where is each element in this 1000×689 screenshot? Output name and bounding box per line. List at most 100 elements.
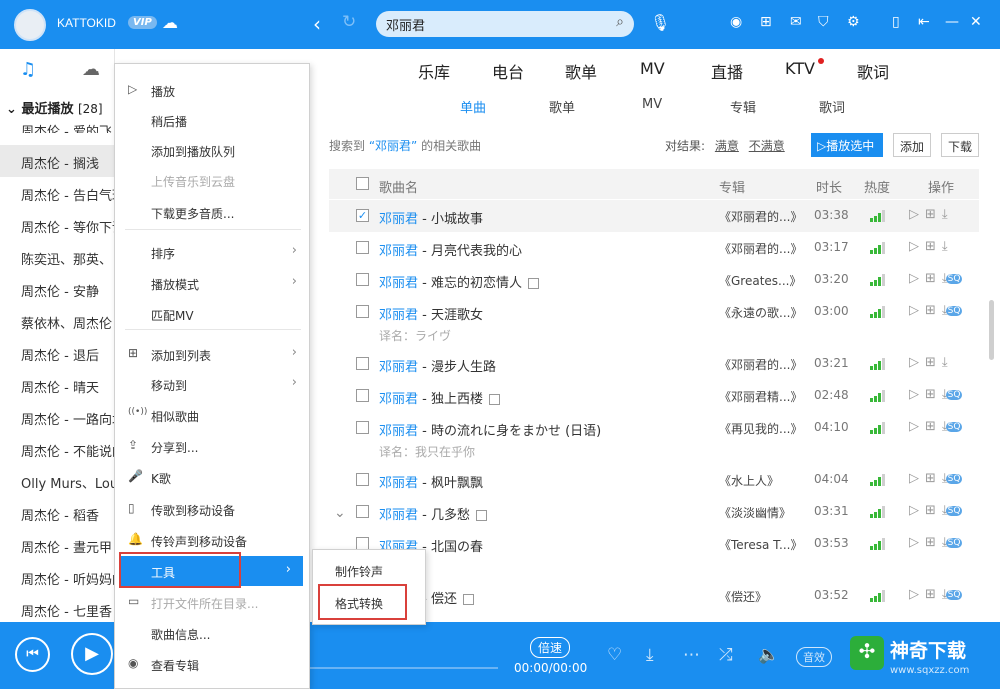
sidebar-song-item[interactable]: 周杰伦 - 七里香 <box>0 593 114 622</box>
row-play-icon[interactable]: ▷ <box>909 239 925 254</box>
download-icon[interactable]: ⤓ <box>646 645 654 665</box>
song-title[interactable]: 邓丽君 - 小城故事 <box>379 208 483 227</box>
row-play-icon[interactable]: ▷ <box>909 587 925 602</box>
row-checkbox[interactable] <box>356 389 369 402</box>
menu-item[interactable]: 下载更多音质... <box>115 197 309 227</box>
submenu-item[interactable]: 制作铃声 <box>313 555 425 585</box>
main-tab[interactable]: KTV <box>785 59 815 78</box>
row-checkbox[interactable] <box>356 305 369 318</box>
artist-link[interactable]: 邓丽君 <box>379 476 418 491</box>
table-row[interactable]: 邓丽君 - 月亮代表我的心 《邓丽君的...》 03:17 ▷⊞⤓ <box>329 232 979 264</box>
sidebar-song-item[interactable]: 蔡依林、周杰伦 <box>0 305 114 337</box>
main-tab[interactable]: MV <box>640 59 665 78</box>
album-name[interactable]: 《淡淡幽情》 <box>719 504 791 521</box>
album-name[interactable]: 《邓丽君的...》 <box>719 240 802 257</box>
sidebar-song-item[interactable]: 周杰伦 - 稻香 <box>0 497 114 529</box>
volume-icon[interactable]: 🔈 <box>758 645 779 665</box>
album-name[interactable]: 《Teresa T...》 <box>719 536 803 553</box>
menu-item[interactable]: 移动到 › <box>115 369 309 399</box>
sidebar-song-item[interactable]: 周杰伦 - 晝元甲 <box>0 529 114 561</box>
more-icon[interactable]: ⋯ <box>683 645 700 665</box>
artist-link[interactable]: 邓丽君 <box>379 360 418 375</box>
mv-icon[interactable] <box>527 278 539 289</box>
target-icon[interactable]: ◉ <box>730 14 742 30</box>
row-play-icon[interactable]: ▷ <box>909 535 925 550</box>
song-title[interactable]: 邓丽君 - 月亮代表我的心 <box>379 240 522 259</box>
main-tab[interactable]: 歌词 <box>857 59 889 83</box>
sidebar-song-item[interactable]: 周杰伦 - 不能说的秘密 <box>0 433 114 465</box>
album-name[interactable]: 《水上人》 <box>719 472 779 489</box>
row-download-icon[interactable]: ⤓ <box>942 239 954 254</box>
cloud-icon[interactable]: ☁ <box>162 13 178 32</box>
sidebar-song-item[interactable]: 周杰伦 - 爱的飞 <box>0 113 114 133</box>
sidebar-song-item[interactable]: 周杰伦 - 告白气球 <box>0 177 114 209</box>
result-tab[interactable]: 歌词 <box>819 97 845 116</box>
menu-item[interactable]: 排序 › <box>115 237 309 267</box>
mail-icon[interactable]: ✉ <box>790 14 802 30</box>
progress-bar[interactable] <box>310 667 498 669</box>
row-checkbox[interactable] <box>356 473 369 486</box>
table-row[interactable]: 邓丽君 - 漫步人生路 《邓丽君的...》 03:21 ▷⊞⤓ <box>329 348 979 380</box>
row-play-icon[interactable]: ▷ <box>909 355 925 370</box>
sidebar-song-item[interactable]: 周杰伦 - 听妈妈的话 <box>0 561 114 593</box>
menu-item[interactable]: ▷ 播放 <box>115 75 309 105</box>
search-input[interactable]: 邓丽君 ⌕ <box>376 11 634 37</box>
table-row[interactable]: 邓丽君 - 几多愁 《淡淡幽情》 03:31 ▷⊞⤓SQ <box>329 496 979 528</box>
artist-link[interactable]: 邓丽君 <box>379 212 418 227</box>
main-tab[interactable]: 歌单 <box>565 59 597 83</box>
menu-item[interactable]: 🔔 传铃声到移动设备 <box>115 525 309 555</box>
row-download-icon[interactable]: ⤓ <box>942 355 954 370</box>
row-play-icon[interactable]: ▷ <box>909 271 925 286</box>
sidebar-song-item[interactable]: 周杰伦 - 退后 <box>0 337 114 369</box>
sidebar-song-item[interactable]: 周杰伦 - 晴天 <box>0 369 114 401</box>
exit-to-tray-icon[interactable]: ⇤ <box>918 14 930 30</box>
menu-item[interactable]: 🎤 K歌 <box>115 462 309 492</box>
scrollbar[interactable] <box>989 300 994 360</box>
unsatisfied-link[interactable]: 不满意 <box>749 139 785 153</box>
vip-badge[interactable]: VIP <box>128 16 157 29</box>
song-title[interactable]: 邓丽君 - 時の流れに身をまかせ (日语) <box>379 420 601 439</box>
satisfied-link[interactable]: 满意 <box>715 139 739 153</box>
cloud-drive-icon[interactable]: ☁ <box>82 59 100 80</box>
main-tab[interactable]: 电台 <box>492 59 524 83</box>
mini-mode-icon[interactable]: ▯ <box>892 14 900 30</box>
music-note-icon[interactable]: ♫ <box>20 59 36 80</box>
sidebar-song-item[interactable]: Olly Murs、Louis <box>0 465 114 497</box>
username[interactable]: KATTOKID <box>57 16 116 30</box>
row-play-icon[interactable]: ▷ <box>909 419 925 434</box>
row-checkbox[interactable] <box>356 357 369 370</box>
album-name[interactable]: 《偿还》 <box>719 588 767 605</box>
menu-item[interactable]: 播放模式 › <box>115 268 309 298</box>
mv-icon[interactable] <box>475 510 487 521</box>
row-add-icon[interactable]: ⊞ <box>925 207 942 222</box>
song-title[interactable]: 邓丽君 - 天涯歌女 <box>379 304 483 323</box>
row-add-icon[interactable]: ⊞ <box>925 503 942 518</box>
row-checkbox[interactable]: ✓ <box>356 209 369 222</box>
row-add-icon[interactable]: ⊞ <box>925 587 942 602</box>
mv-icon[interactable] <box>488 394 500 405</box>
album-name[interactable]: 《再见我的...》 <box>719 420 802 437</box>
row-checkbox[interactable] <box>356 421 369 434</box>
row-add-icon[interactable]: ⊞ <box>925 471 942 486</box>
row-checkbox[interactable] <box>356 241 369 254</box>
album-name[interactable]: 《邓丽君的...》 <box>719 356 802 373</box>
row-add-icon[interactable]: ⊞ <box>925 239 942 254</box>
menu-item[interactable]: ((•)) 相似歌曲 <box>115 400 309 430</box>
back-arrow-icon[interactable]: ‹ <box>313 12 321 36</box>
result-tab[interactable]: 单曲 <box>460 97 486 116</box>
menu-item[interactable]: 匹配MV <box>115 299 309 329</box>
row-add-icon[interactable]: ⊞ <box>925 303 942 318</box>
settings-gear-icon[interactable]: ⚙ <box>847 14 860 30</box>
artist-link[interactable]: 邓丽君 <box>379 508 418 523</box>
heart-icon[interactable]: ♡ <box>607 645 622 665</box>
play-icon[interactable]: ▶ <box>71 633 113 675</box>
row-add-icon[interactable]: ⊞ <box>925 419 942 434</box>
sidebar-song-item[interactable]: 陈奕迅、那英、 <box>0 241 114 273</box>
row-play-icon[interactable]: ▷ <box>909 471 925 486</box>
song-title[interactable]: 邓丽君 - 枫叶飘飘 <box>379 472 483 491</box>
song-title[interactable]: 邓丽君 - 难忘的初恋情人 <box>379 272 539 291</box>
menu-item[interactable]: 歌曲信息... <box>115 618 309 648</box>
table-row[interactable]: 邓丽君 - 北国の春国之春《Teresa T...》03:53▷⊞⤓SQ <box>329 528 979 580</box>
artist-link[interactable]: 邓丽君 <box>379 276 418 291</box>
row-play-icon[interactable]: ▷ <box>909 303 925 318</box>
